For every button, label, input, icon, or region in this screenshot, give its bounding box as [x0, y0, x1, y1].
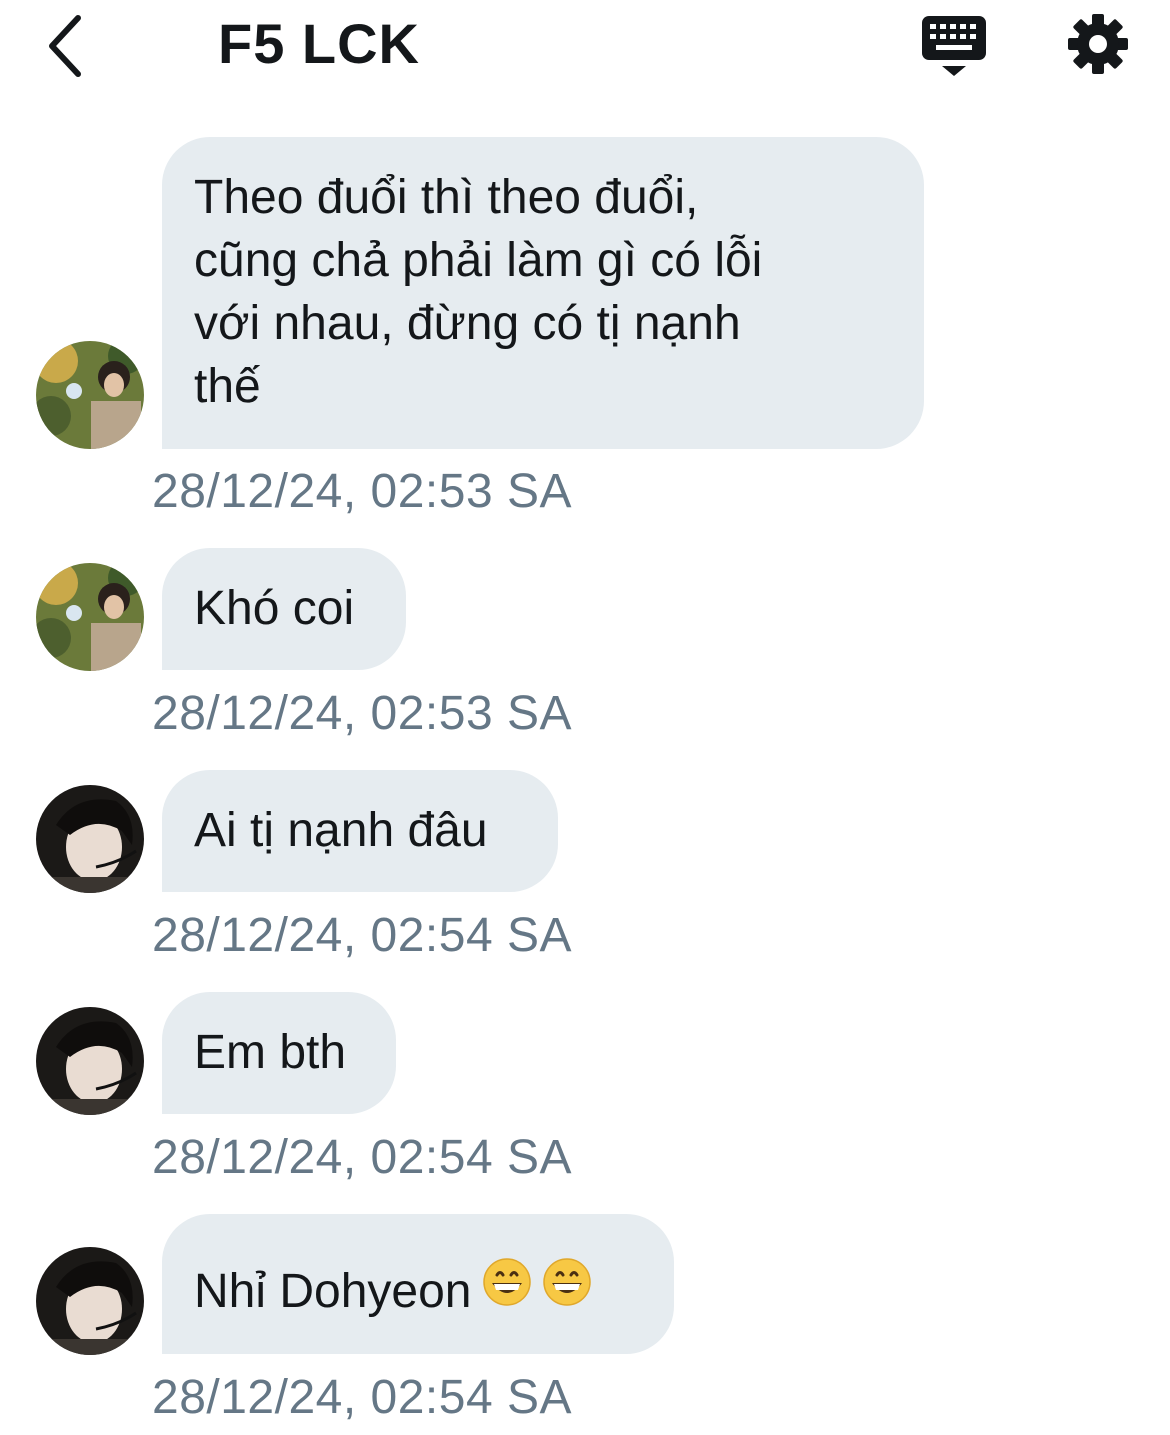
avatar[interactable]: [36, 1247, 144, 1355]
message-text: Ai tị nạnh đâu: [194, 804, 488, 857]
message-timestamp: 28/12/24, 02:53 SA: [152, 465, 572, 518]
message-text: Khó coi: [194, 582, 355, 635]
message-bubble[interactable]: Theo đuổi thì theo đuổi, cũng chả phải l…: [162, 137, 924, 449]
grinning-face-icon: [482, 1257, 532, 1323]
message-line: với nhau, đừng có tị nạnh: [194, 297, 741, 350]
message-text: Nhỉ Dohyeon: [194, 1265, 472, 1318]
message-bubble[interactable]: Ai tị nạnh đâu: [162, 770, 558, 892]
avatar[interactable]: [36, 785, 144, 893]
settings-button[interactable]: [1066, 12, 1130, 76]
avatar-user-1: [36, 563, 144, 671]
message-text: Em bth: [194, 1026, 347, 1079]
message-line: cũng chả phải làm gì có lỗi: [194, 234, 763, 287]
message-bubble[interactable]: Nhỉ Dohyeon: [162, 1214, 674, 1354]
message-bubble[interactable]: Khó coi: [162, 548, 406, 670]
message-line: Theo đuổi thì theo đuổi,: [194, 171, 699, 224]
message-timestamp: 28/12/24, 02:53 SA: [152, 687, 572, 740]
message-line: thế: [194, 360, 261, 413]
chevron-left-icon: [49, 15, 81, 77]
grinning-face-icon: [542, 1257, 592, 1323]
keyboard-button[interactable]: [918, 12, 990, 78]
gear-icon: [1068, 14, 1128, 74]
avatar-user-1: [36, 341, 144, 449]
chat-header: F5 LCK: [0, 0, 1170, 100]
avatar[interactable]: [36, 1007, 144, 1115]
avatar[interactable]: [36, 563, 144, 671]
back-button[interactable]: [38, 10, 98, 80]
message-timestamp: 28/12/24, 02:54 SA: [152, 909, 572, 962]
conversation-title: F5 LCK: [218, 12, 420, 75]
avatar-user-2: [36, 1247, 144, 1355]
keyboard-icon: [922, 16, 986, 76]
message-timestamp: 28/12/24, 02:54 SA: [152, 1371, 572, 1424]
avatar[interactable]: [36, 341, 144, 449]
message-timestamp: 28/12/24, 02:54 SA: [152, 1131, 572, 1184]
avatar-user-2: [36, 1007, 144, 1115]
avatar-user-2: [36, 785, 144, 893]
message-bubble[interactable]: Em bth: [162, 992, 396, 1114]
